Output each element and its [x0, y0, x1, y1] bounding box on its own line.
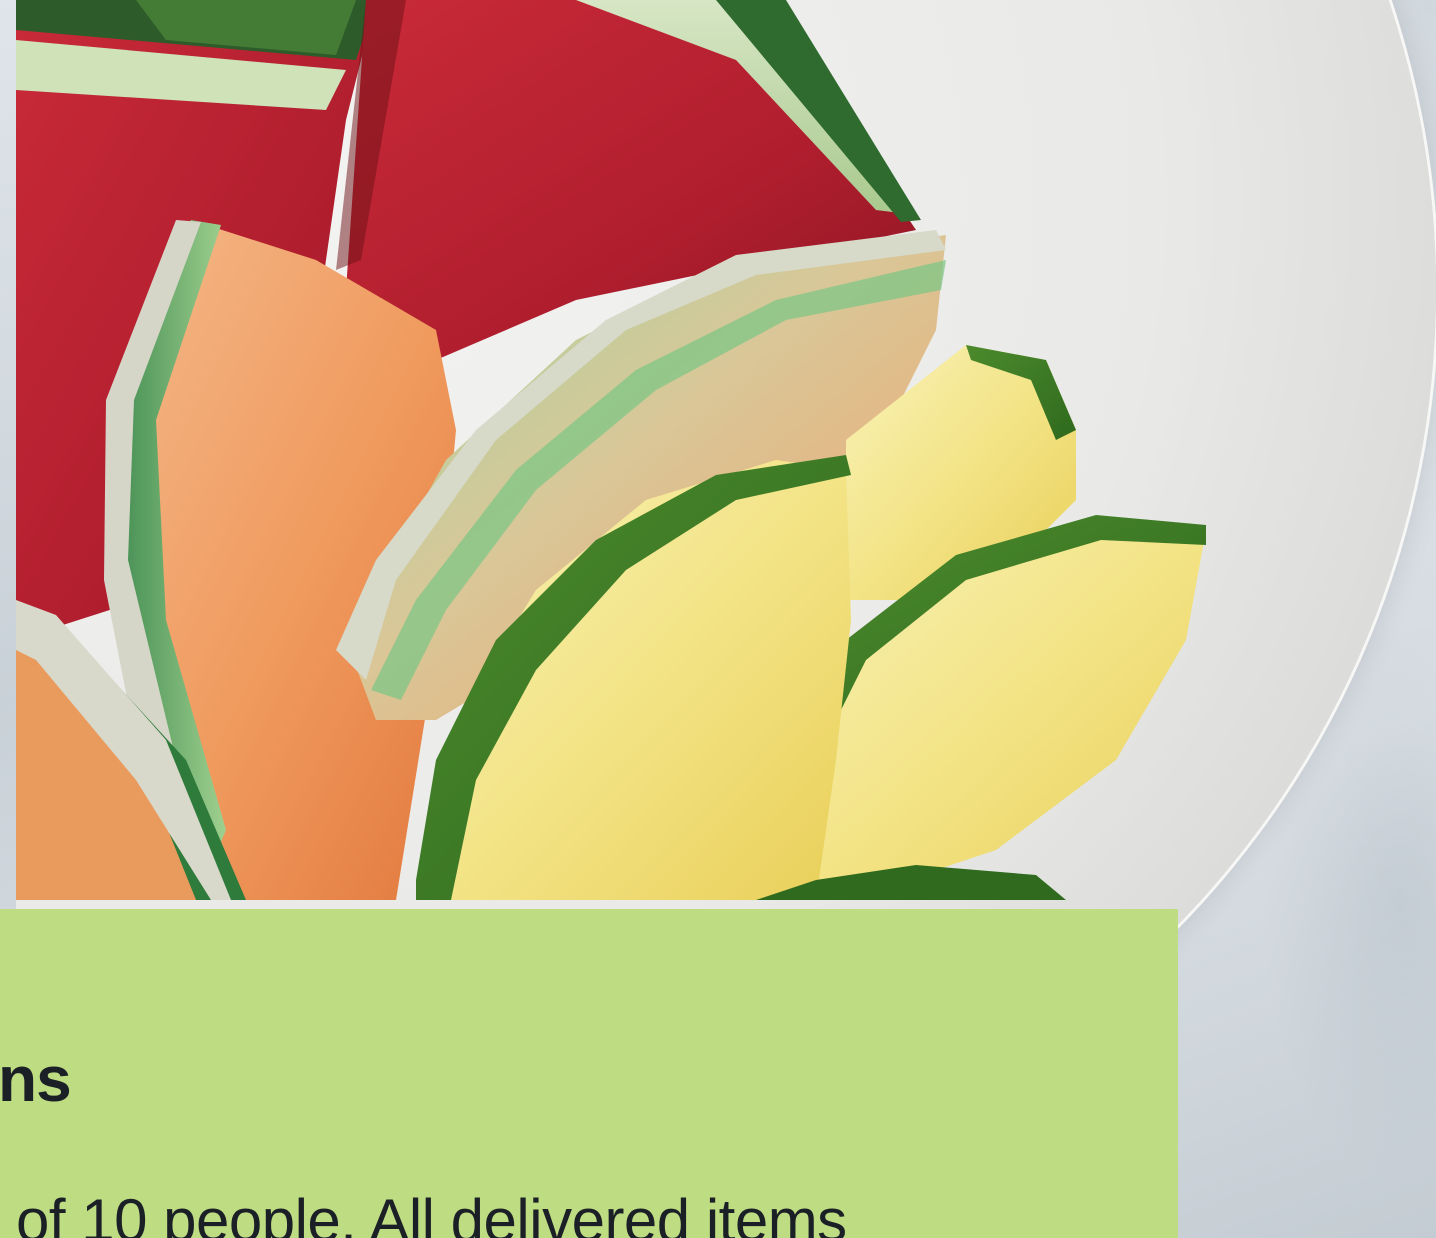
page: ns of 10 people. All delivered items [0, 0, 1436, 1238]
panel-body-text: of 10 people. All delivered items [16, 1187, 847, 1238]
info-panel: ns of 10 people. All delivered items [0, 909, 1178, 1238]
panel-title: ns [0, 1043, 72, 1115]
